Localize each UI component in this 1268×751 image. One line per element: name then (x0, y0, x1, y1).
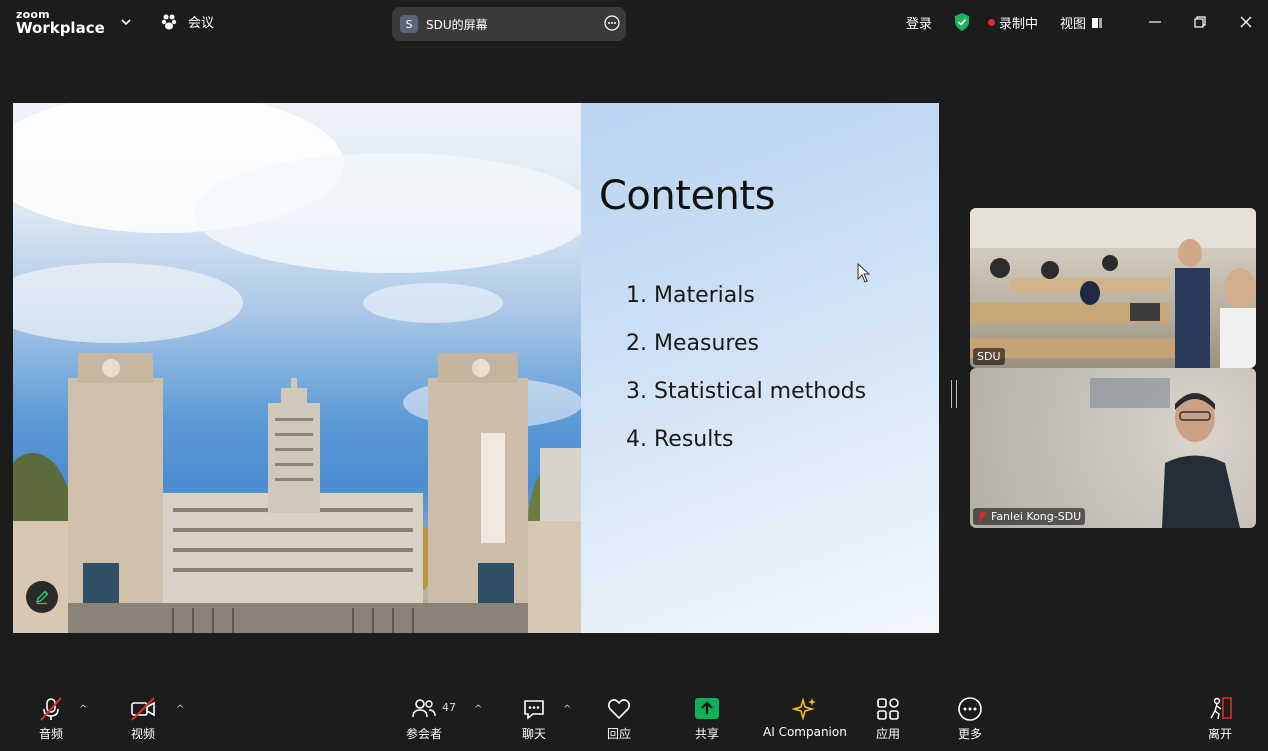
speaker-video (1090, 378, 1240, 528)
leave-button[interactable]: 离开 (1207, 696, 1233, 742)
more-icon (958, 697, 982, 721)
close-icon[interactable] (1236, 12, 1256, 32)
participant-label: SDU (973, 348, 1005, 365)
chevron-up-icon[interactable]: ^ (176, 704, 184, 715)
ai-companion-button[interactable]: AI Companion (763, 696, 847, 739)
screen-share-pill[interactable]: S SDU的屏幕 (392, 7, 626, 41)
chevron-up-icon[interactable]: ^ (474, 704, 482, 715)
leave-icon (1210, 697, 1232, 720)
chat-icon (524, 700, 544, 720)
more-label: 更多 (957, 727, 982, 741)
login-label: 登录 (906, 17, 933, 32)
brand-bottom: Workplace (16, 19, 105, 37)
video-tile[interactable]: Fanlei Kong-SDU (970, 368, 1256, 528)
meeting-label: 会议 (188, 16, 215, 31)
view-menu[interactable]: 视图 (1060, 13, 1104, 32)
slide-title: Contents (599, 173, 775, 219)
campus-photo (13, 103, 593, 633)
share-title: SDU的屏幕 (426, 17, 488, 32)
recording-status[interactable]: 录制中 (988, 13, 1038, 32)
share-label: 共享 (694, 727, 719, 741)
audio-label: 音频 (38, 727, 63, 741)
panel-resize-handle[interactable] (951, 380, 957, 408)
apps-label: 应用 (875, 727, 900, 741)
contents-item: 2. Measures (626, 331, 759, 356)
participant-label: Fanlei Kong-SDU (973, 508, 1086, 525)
share-screen-icon (695, 698, 719, 719)
slide-text-panel: Contents 1. Materials 2. Measures 3. Sta… (581, 103, 939, 633)
recording-dot-icon (988, 19, 995, 26)
shield-icon[interactable] (953, 12, 971, 32)
heart-icon (607, 699, 631, 720)
video-label: 视频 (130, 727, 155, 741)
participant-name: Fanlei Kong-SDU (991, 510, 1082, 523)
chevron-up-icon[interactable]: ^ (79, 704, 87, 715)
login-link[interactable]: 登录 (906, 13, 932, 32)
mic-muted-icon (40, 697, 62, 721)
classroom-video (970, 208, 1256, 368)
apps-icon (877, 698, 899, 720)
chevron-up-icon[interactable]: ^ (563, 704, 571, 715)
contents-list: 1. Materials 2. Measures 3. Statistical … (626, 283, 866, 475)
contents-item: 4. Results (626, 427, 734, 452)
chevron-down-icon[interactable] (118, 14, 134, 30)
react-label: 回应 (606, 727, 631, 741)
video-tile[interactable]: SDU (970, 208, 1256, 368)
grid-view-icon (1092, 17, 1103, 28)
video-button[interactable]: 视频 (130, 696, 156, 742)
top-bar: zoom Workplace 会议 S SDU的屏幕 登录 录制中 视图 (0, 0, 1268, 46)
ai-companion-label: AI Companion (763, 725, 847, 739)
participants-label: 参会者 (406, 727, 443, 741)
campus-gate-image (13, 103, 593, 633)
annotate-button[interactable] (26, 581, 58, 613)
restore-icon[interactable] (1190, 12, 1210, 32)
sparkle-icon (791, 697, 816, 721)
minimize-icon[interactable] (1145, 12, 1165, 32)
view-label: 视图 (1060, 17, 1087, 32)
chat-button[interactable]: 聊天 (521, 696, 547, 742)
leave-label: 离开 (1207, 727, 1232, 741)
pen-icon (35, 590, 49, 605)
audio-button[interactable]: 音频 (38, 696, 64, 742)
participants-button[interactable]: 参会者 (406, 696, 442, 742)
shared-screen[interactable]: Contents 1. Materials 2. Measures 3. Sta… (13, 103, 939, 633)
participant-name: SDU (977, 350, 1001, 363)
contents-item: 1. Materials (626, 283, 755, 308)
sharer-badge: S (400, 15, 418, 33)
chat-label: 聊天 (521, 727, 546, 741)
apps-button[interactable]: 应用 (875, 696, 901, 742)
camera-off-icon (131, 697, 155, 721)
react-button[interactable]: 回应 (606, 696, 632, 742)
app-logo: zoom Workplace (16, 9, 105, 36)
meeting-icon (161, 14, 177, 29)
contents-item: 3. Statistical methods (626, 379, 867, 404)
mouse-cursor-icon (857, 263, 871, 283)
participants-icon (412, 699, 436, 718)
share-screen-button[interactable]: 共享 (694, 696, 720, 742)
mic-muted-icon (977, 511, 987, 522)
more-button[interactable]: 更多 (957, 696, 983, 742)
participants-count: 47 (442, 701, 456, 714)
meeting-toolbar: 音频 ^ 视频 ^ 参会者 47 ^ 聊天 ^ 回应 共享 AI Compani… (0, 688, 1268, 751)
more-options-icon[interactable] (604, 15, 620, 31)
recording-label: 录制中 (999, 17, 1039, 32)
meeting-menu[interactable]: 会议 (160, 12, 214, 31)
